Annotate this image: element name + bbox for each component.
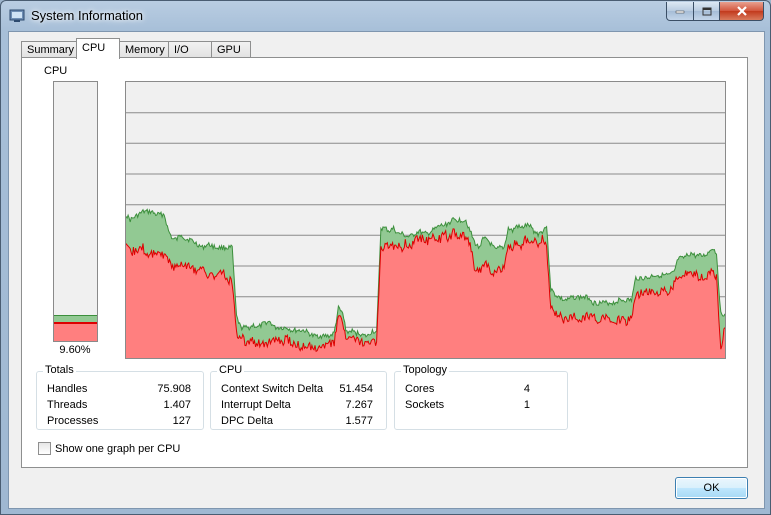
context-switch-delta-label: Context Switch Delta xyxy=(221,383,324,395)
interrupt-delta-value: 7.267 xyxy=(345,399,373,411)
cpu-stats-title: CPU xyxy=(217,364,245,376)
ok-button[interactable]: OK xyxy=(675,477,748,499)
minimize-button[interactable] xyxy=(666,2,694,21)
window-title: System Information xyxy=(31,8,143,23)
tab-io[interactable]: I/O xyxy=(168,41,212,57)
cpu-stats-group: CPU Context Switch Delta 51.454 Interrup… xyxy=(210,364,387,430)
totals-group: Totals Handles 75.908 Threads 1.407 Proc… xyxy=(36,364,204,430)
system-information-icon xyxy=(9,8,25,24)
one-graph-per-cpu-label[interactable]: Show one graph per CPU xyxy=(55,443,180,455)
context-switch-delta-value: 51.454 xyxy=(339,383,373,395)
cpu-meter-kernel-fill xyxy=(54,322,97,341)
tab-gpu[interactable]: GPU xyxy=(211,41,251,57)
processes-value: 127 xyxy=(172,415,191,427)
close-icon xyxy=(736,6,747,16)
title-bar[interactable]: System Information xyxy=(1,1,770,31)
handles-label: Handles xyxy=(47,383,88,395)
threads-value: 1.407 xyxy=(163,399,191,411)
cpu-usage-meter xyxy=(53,81,98,342)
processes-label: Processes xyxy=(47,415,99,427)
maximize-button[interactable] xyxy=(694,2,720,21)
cores-label: Cores xyxy=(405,383,435,395)
interrupt-delta-label: Interrupt Delta xyxy=(221,399,291,411)
totals-title: Totals xyxy=(43,364,76,376)
cores-value: 4 xyxy=(523,383,530,395)
dialog-client-area: Summary CPU Memory I/O GPU CPU 9.60% Tot… xyxy=(8,31,765,509)
cpu-usage-percent: 9.60% xyxy=(59,344,91,356)
tab-cpu[interactable]: CPU xyxy=(76,38,120,59)
topology-group: Topology Cores 4 Sockets 1 xyxy=(394,364,568,430)
cpu-history-chart xyxy=(126,82,725,358)
tab-summary[interactable]: Summary xyxy=(21,41,77,57)
system-information-window: System Information Summary CPU Memory I/… xyxy=(0,0,771,515)
maximize-icon xyxy=(702,7,711,15)
minimize-icon xyxy=(675,10,685,14)
sockets-label: Sockets xyxy=(405,399,445,411)
topology-title: Topology xyxy=(401,364,450,376)
one-graph-per-cpu-checkbox[interactable] xyxy=(38,442,51,455)
close-button[interactable] xyxy=(720,2,764,21)
one-graph-per-cpu-option[interactable]: Show one graph per CPU xyxy=(38,442,180,455)
cpu-history-graph xyxy=(125,81,726,359)
threads-label: Threads xyxy=(47,399,88,411)
handles-value: 75.908 xyxy=(157,383,191,395)
sockets-value: 1 xyxy=(523,399,530,411)
cpu-tab-panel: CPU 9.60% Totals Handles 75.908 Threads … xyxy=(21,57,748,468)
dpc-delta-label: DPC Delta xyxy=(221,415,273,427)
tab-memory[interactable]: Memory xyxy=(119,41,169,57)
cpu-meter-label: CPU xyxy=(44,65,68,77)
dpc-delta-value: 1.577 xyxy=(345,415,373,427)
